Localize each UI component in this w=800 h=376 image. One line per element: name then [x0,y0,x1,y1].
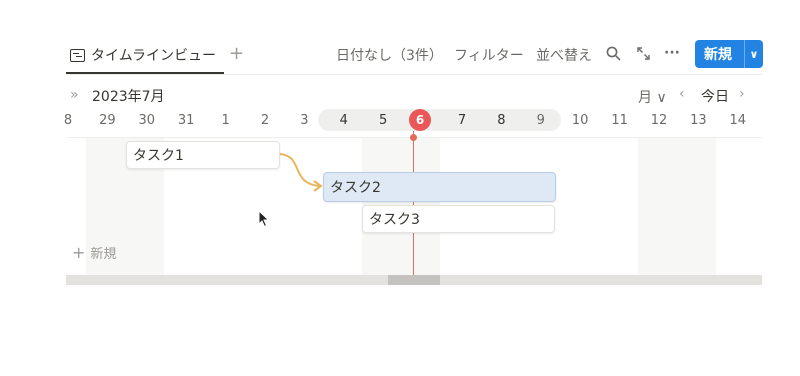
mouse-cursor-icon [258,210,270,228]
day-label: 7 [457,113,467,128]
dependency-arrow [279,153,323,192]
today-line-dot [410,134,417,141]
task-bar[interactable]: タスク3 [362,205,555,233]
today-marker: 6 [409,109,431,131]
day-label: 2 [260,113,270,128]
expand-icon[interactable] [634,44,652,62]
header-divider [66,74,762,75]
today-button[interactable]: 今日 [701,86,729,106]
day-label: 5 [379,113,388,128]
day-label: 14 [729,113,747,128]
new-button-label: 新規 [704,47,732,63]
task-name: タスク1 [133,148,184,164]
add-task-button[interactable]: + 新規 [72,243,116,262]
chevron-down-icon[interactable]: ∨ [745,48,763,61]
task-name: タスク2 [330,180,381,196]
filter-button[interactable]: フィルター [454,45,524,65]
timeline-view-tab[interactable]: タイムラインビュー [70,44,216,66]
day-label: 12 [650,113,668,128]
day-label: 13 [690,113,707,128]
weekend-column [638,138,716,275]
day-label: 1 [221,113,230,128]
day-label: 3 [300,113,309,128]
next-period-icon[interactable]: › [739,86,745,102]
day-label: 30 [138,113,156,128]
day-label: 9 [536,113,545,128]
month-title: 2023年7月 [92,89,165,105]
task-name: タスク3 [369,212,420,228]
add-task-label: 新規 [90,247,117,262]
scrollbar-thumb[interactable] [388,275,440,285]
more-options-icon[interactable]: ··· [663,44,681,62]
search-icon[interactable] [604,44,622,62]
view-tab-label: タイムラインビュー [91,48,217,64]
plus-icon: + [72,243,86,262]
add-view-button[interactable]: + [229,43,244,64]
day-label: 8 [63,113,73,128]
day-label: 31 [177,113,195,128]
new-button[interactable]: 新規 ∨ [695,40,763,68]
day-label: 29 [99,113,116,128]
no-date-button[interactable]: 日付なし（3件） [336,45,443,65]
day-label: 10 [571,113,589,128]
day-label: 4 [339,113,348,128]
timeline-icon [70,48,85,62]
day-label: 11 [611,113,628,128]
scale-selector[interactable]: 月 ∨ [638,87,667,107]
task-bar[interactable]: タスク1 [126,141,280,169]
sort-button[interactable]: 並べ替え [536,45,592,65]
collapse-panel-icon[interactable]: » [70,87,79,103]
prev-period-icon[interactable]: ‹ [679,86,685,102]
day-label: 8 [497,113,506,128]
task-bar[interactable]: タスク2 [323,172,556,202]
